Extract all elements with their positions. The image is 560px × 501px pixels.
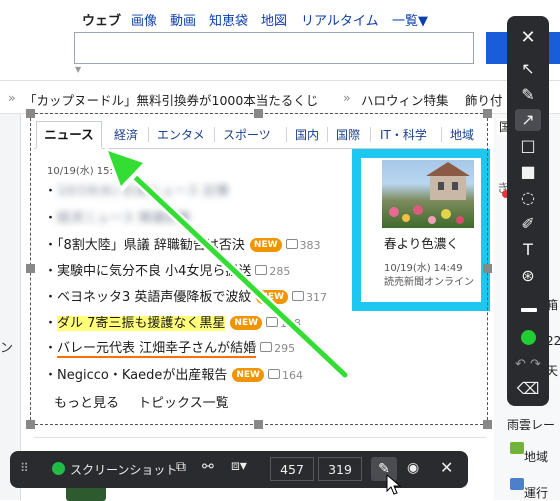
stamp-icon[interactable]: ⊛ <box>515 265 541 287</box>
line-width-icon[interactable] <box>521 308 537 312</box>
rectangle-outline-icon[interactable]: □ <box>515 135 541 157</box>
select-cursor-icon[interactable]: ↖ <box>515 58 541 80</box>
capture-area-dropdown-icon[interactable]: ⧈▾ <box>231 458 247 474</box>
undo-redo-icon[interactable]: ↶ ↷ <box>515 354 541 376</box>
rectangle-filled-icon[interactable]: ■ <box>515 161 541 183</box>
arrow-tool-icon[interactable]: ↗ <box>515 109 541 131</box>
blur-drop-icon[interactable]: ◌ <box>515 187 541 209</box>
pen-icon[interactable]: ✎ <box>515 84 541 106</box>
color-picker-icon[interactable] <box>521 330 536 345</box>
mouse-cursor-icon <box>386 474 402 495</box>
close-icon[interactable]: ✕ <box>515 27 541 49</box>
link-icon[interactable]: ⚯ <box>202 459 214 475</box>
drag-handle-icon[interactable]: ⠿ <box>20 461 29 475</box>
capture-height-field[interactable]: 319 <box>318 457 362 481</box>
clear-icon[interactable]: ⌫ <box>515 378 541 400</box>
annotation-arrow-icon[interactable] <box>0 0 560 500</box>
screenshot-mode-label[interactable]: スクリーンショット <box>70 461 177 478</box>
text-tool-icon[interactable]: T <box>515 239 541 261</box>
capture-width-field[interactable]: 457 <box>270 457 314 481</box>
eye-icon[interactable]: ◉ <box>407 460 419 476</box>
copy-icon[interactable]: ⧉ <box>176 459 186 475</box>
camera-icon <box>52 462 65 475</box>
marker-icon[interactable]: ✐ <box>515 213 541 235</box>
close-toolbar-icon[interactable]: ✕ <box>440 458 453 477</box>
